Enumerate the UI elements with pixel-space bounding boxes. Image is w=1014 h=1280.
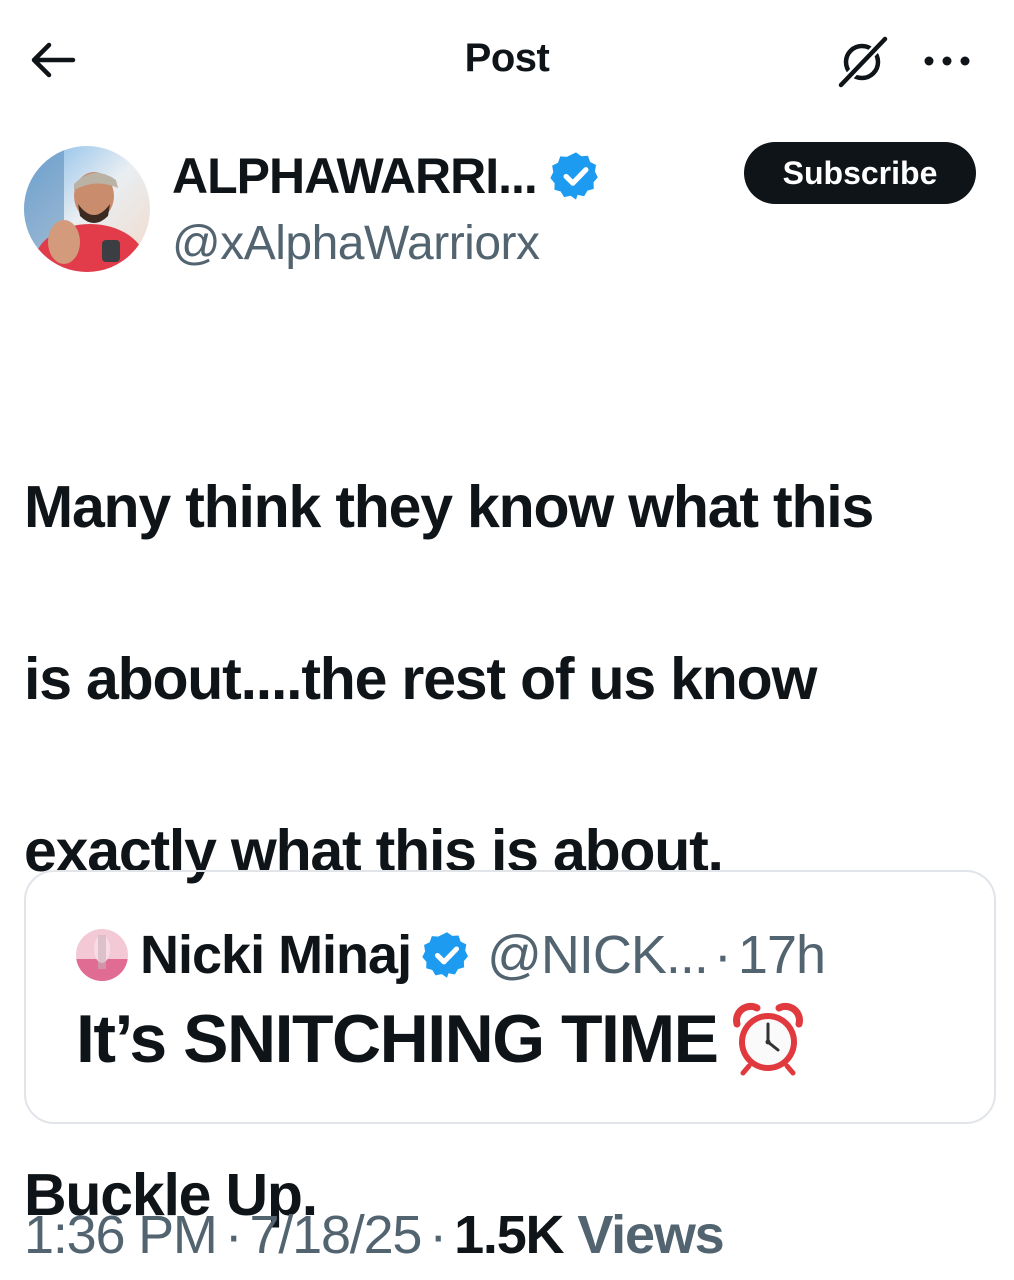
quoted-author-handle: @NICK... xyxy=(487,925,709,985)
post-meta: 1:36 PM · 7/18/25 · 1.5K Views xyxy=(24,1204,725,1266)
separator-dot: · xyxy=(429,1205,447,1265)
separator-dot: · xyxy=(713,925,732,985)
grok-icon xyxy=(837,35,889,89)
author-handle[interactable]: @xAlphaWarriorx xyxy=(172,216,540,271)
views-label: Views xyxy=(577,1205,724,1265)
top-bar: Post xyxy=(0,0,1014,120)
alarm-clock-icon xyxy=(733,1002,804,1076)
verified-badge-icon xyxy=(422,932,469,978)
quoted-post-time: 17h xyxy=(737,925,826,985)
quoted-post-card[interactable]: Nicki Minaj @NICK... · 17h It’s SNITCHIN… xyxy=(24,870,996,1124)
quoted-author-name: Nicki Minaj xyxy=(140,925,412,985)
post-text-line: is about....the rest of us know xyxy=(24,646,817,712)
post-text-line: Many think they know what this xyxy=(24,474,874,540)
more-icon xyxy=(924,56,970,66)
more-options-button[interactable] xyxy=(916,30,978,92)
post-text: Many think they know what this is about.… xyxy=(24,378,1000,1280)
post-date[interactable]: 7/18/25 xyxy=(250,1204,423,1266)
quoted-post-text-content: It’s SNITCHING TIME xyxy=(76,1001,719,1077)
author-name-row: ALPHAWARRI... xyxy=(172,146,603,206)
author-name[interactable]: ALPHAWARRI... xyxy=(172,147,538,205)
quoted-post-text: It’s SNITCHING TIME xyxy=(76,1000,805,1078)
grok-button[interactable] xyxy=(832,30,894,92)
verified-badge-icon xyxy=(550,152,598,200)
author-header: ALPHAWARRI... @xAlphaWarriorx Subscribe xyxy=(24,142,990,276)
quoted-avatar xyxy=(76,929,128,981)
views-count[interactable]: 1.5K xyxy=(454,1204,564,1266)
quoted-post-header: Nicki Minaj @NICK... · 17h xyxy=(76,924,826,986)
subscribe-button[interactable]: Subscribe xyxy=(744,142,976,204)
avatar[interactable] xyxy=(24,146,150,272)
post-time[interactable]: 1:36 PM xyxy=(24,1204,218,1266)
separator-dot: · xyxy=(224,1205,243,1265)
